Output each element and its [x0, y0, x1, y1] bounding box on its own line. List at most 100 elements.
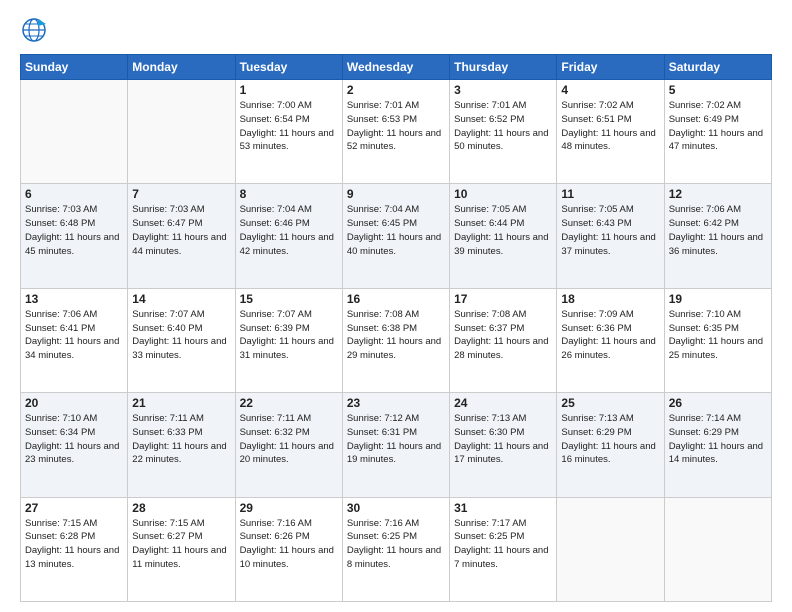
- sunrise-text: Sunrise: 7:16 AM: [347, 517, 445, 531]
- sunset-text: Sunset: 6:44 PM: [454, 217, 552, 231]
- page: SundayMondayTuesdayWednesdayThursdayFrid…: [0, 0, 792, 612]
- sunset-text: Sunset: 6:49 PM: [669, 113, 767, 127]
- calendar-cell: 14Sunrise: 7:07 AMSunset: 6:40 PMDayligh…: [128, 288, 235, 392]
- daylight-text: Daylight: 11 hours and 31 minutes.: [240, 335, 338, 363]
- sunset-text: Sunset: 6:45 PM: [347, 217, 445, 231]
- calendar-cell: [664, 497, 771, 601]
- calendar-cell: 7 Sunrise: 7:03 AMSunset: 6:47 PMDaylight…: [128, 184, 235, 288]
- calendar-cell: 19Sunrise: 7:10 AMSunset: 6:35 PMDayligh…: [664, 288, 771, 392]
- calendar-week-row: 6Sunrise: 7:03 AMSunset: 6:48 PMDaylight…: [21, 184, 772, 288]
- day-info: Sunrise: 7:06 AMSunset: 6:41 PMDaylight:…: [25, 308, 123, 363]
- sunset-text: Sunset: 6:42 PM: [669, 217, 767, 231]
- sunrise-text: Sunrise: 7:00 AM: [240, 99, 338, 113]
- day-info: Sunrise: 7:10 AMSunset: 6:35 PMDaylight:…: [669, 308, 767, 363]
- day-info: Sunrise: 7:16 AMSunset: 6:25 PMDaylight:…: [347, 517, 445, 572]
- daylight-text: Daylight: 11 hours and 19 minutes.: [347, 440, 445, 468]
- day-number: 20: [25, 396, 123, 410]
- sunrise-text: Sunrise: 7:03 AM: [25, 203, 123, 217]
- sunset-text: Sunset: 6:29 PM: [669, 426, 767, 440]
- day-number: 13: [25, 292, 123, 306]
- sunrise-text: Sunrise: 7:04 AM: [240, 203, 338, 217]
- sunrise-text: Sunrise: 7:07 AM: [132, 308, 230, 322]
- calendar-cell: 2Sunrise: 7:01 AMSunset: 6:53 PMDaylight…: [342, 80, 449, 184]
- weekday-header: Tuesday: [235, 55, 342, 80]
- daylight-text: Daylight: 11 hours and 20 minutes.: [240, 440, 338, 468]
- daylight-text: Daylight: 11 hours and 33 minutes.: [132, 335, 230, 363]
- daylight-text: Daylight: 11 hours and 23 minutes.: [25, 440, 123, 468]
- weekday-header: Thursday: [450, 55, 557, 80]
- sunset-text: Sunset: 6:36 PM: [561, 322, 659, 336]
- day-number: 5: [669, 83, 767, 97]
- calendar-cell: 4Sunrise: 7:02 AMSunset: 6:51 PMDaylight…: [557, 80, 664, 184]
- calendar-cell: 5 Sunrise: 7:02 AMSunset: 6:49 PMDaylight…: [664, 80, 771, 184]
- sunset-text: Sunset: 6:25 PM: [347, 530, 445, 544]
- day-info: Sunrise: 7:00 AMSunset: 6:54 PMDaylight:…: [240, 99, 338, 154]
- daylight-text: Daylight: 11 hours and 50 minutes.: [454, 127, 552, 155]
- sunrise-text: Sunrise: 7:13 AM: [454, 412, 552, 426]
- sunrise-text: Sunrise: 7:13 AM: [561, 412, 659, 426]
- calendar-cell: [21, 80, 128, 184]
- sunrise-text: Sunrise: 7:05 AM: [454, 203, 552, 217]
- day-number: 26: [669, 396, 767, 410]
- calendar-cell: 15Sunrise: 7:07 AMSunset: 6:39 PMDayligh…: [235, 288, 342, 392]
- day-info: Sunrise: 7:01 AMSunset: 6:53 PMDaylight:…: [347, 99, 445, 154]
- day-info: Sunrise: 7:13 AMSunset: 6:30 PMDaylight:…: [454, 412, 552, 467]
- sunset-text: Sunset: 6:54 PM: [240, 113, 338, 127]
- day-info: Sunrise: 7:10 AMSunset: 6:34 PMDaylight:…: [25, 412, 123, 467]
- sunset-text: Sunset: 6:41 PM: [25, 322, 123, 336]
- day-info: Sunrise: 7:01 AMSunset: 6:52 PMDaylight:…: [454, 99, 552, 154]
- day-info: Sunrise: 7:02 AMSunset: 6:51 PMDaylight:…: [561, 99, 659, 154]
- day-info: Sunrise: 7:16 AMSunset: 6:26 PMDaylight:…: [240, 517, 338, 572]
- daylight-text: Daylight: 11 hours and 39 minutes.: [454, 231, 552, 259]
- sunset-text: Sunset: 6:51 PM: [561, 113, 659, 127]
- calendar-cell: 8Sunrise: 7:04 AMSunset: 6:46 PMDaylight…: [235, 184, 342, 288]
- day-number: 29: [240, 501, 338, 515]
- calendar-cell: 23Sunrise: 7:12 AMSunset: 6:31 PMDayligh…: [342, 393, 449, 497]
- weekday-row: SundayMondayTuesdayWednesdayThursdayFrid…: [21, 55, 772, 80]
- day-number: 30: [347, 501, 445, 515]
- calendar-cell: 21Sunrise: 7:11 AMSunset: 6:33 PMDayligh…: [128, 393, 235, 497]
- day-info: Sunrise: 7:09 AMSunset: 6:36 PMDaylight:…: [561, 308, 659, 363]
- daylight-text: Daylight: 11 hours and 36 minutes.: [669, 231, 767, 259]
- daylight-text: Daylight: 11 hours and 16 minutes.: [561, 440, 659, 468]
- sunset-text: Sunset: 6:27 PM: [132, 530, 230, 544]
- daylight-text: Daylight: 11 hours and 14 minutes.: [669, 440, 767, 468]
- day-number: 7: [132, 187, 230, 201]
- day-number: 31: [454, 501, 552, 515]
- day-info: Sunrise: 7:03 AMSunset: 6:47 PMDaylight:…: [132, 203, 230, 258]
- calendar-cell: 11Sunrise: 7:05 AMSunset: 6:43 PMDayligh…: [557, 184, 664, 288]
- day-number: 12: [669, 187, 767, 201]
- calendar-cell: 28Sunrise: 7:15 AMSunset: 6:27 PMDayligh…: [128, 497, 235, 601]
- day-number: 22: [240, 396, 338, 410]
- calendar-week-row: 20 Sunrise: 7:10 AMSunset: 6:34 PMDayligh…: [21, 393, 772, 497]
- sunset-text: Sunset: 6:25 PM: [454, 530, 552, 544]
- sunset-text: Sunset: 6:34 PM: [25, 426, 123, 440]
- day-info: Sunrise: 7:08 AMSunset: 6:37 PMDaylight:…: [454, 308, 552, 363]
- day-info: Sunrise: 7:11 AMSunset: 6:33 PMDaylight:…: [132, 412, 230, 467]
- sunrise-text: Sunrise: 7:07 AM: [240, 308, 338, 322]
- sunrise-text: Sunrise: 7:03 AM: [132, 203, 230, 217]
- sunset-text: Sunset: 6:52 PM: [454, 113, 552, 127]
- day-number: 17: [454, 292, 552, 306]
- daylight-text: Daylight: 11 hours and 26 minutes.: [561, 335, 659, 363]
- day-info: Sunrise: 7:02 AMSunset: 6:49 PMDaylight:…: [669, 99, 767, 154]
- logo-icon: [20, 16, 48, 44]
- day-number: 18: [561, 292, 659, 306]
- day-info: Sunrise: 7:04 AMSunset: 6:46 PMDaylight:…: [240, 203, 338, 258]
- day-info: Sunrise: 7:14 AMSunset: 6:29 PMDaylight:…: [669, 412, 767, 467]
- weekday-header: Friday: [557, 55, 664, 80]
- day-info: Sunrise: 7:06 AMSunset: 6:42 PMDaylight:…: [669, 203, 767, 258]
- calendar-cell: 22Sunrise: 7:11 AMSunset: 6:32 PMDayligh…: [235, 393, 342, 497]
- daylight-text: Daylight: 11 hours and 40 minutes.: [347, 231, 445, 259]
- daylight-text: Daylight: 11 hours and 44 minutes.: [132, 231, 230, 259]
- day-info: Sunrise: 7:07 AMSunset: 6:39 PMDaylight:…: [240, 308, 338, 363]
- sunrise-text: Sunrise: 7:15 AM: [132, 517, 230, 531]
- calendar-cell: 1Sunrise: 7:00 AMSunset: 6:54 PMDaylight…: [235, 80, 342, 184]
- sunset-text: Sunset: 6:37 PM: [454, 322, 552, 336]
- sunset-text: Sunset: 6:32 PM: [240, 426, 338, 440]
- daylight-text: Daylight: 11 hours and 52 minutes.: [347, 127, 445, 155]
- sunrise-text: Sunrise: 7:04 AM: [347, 203, 445, 217]
- calendar-header: SundayMondayTuesdayWednesdayThursdayFrid…: [21, 55, 772, 80]
- sunset-text: Sunset: 6:38 PM: [347, 322, 445, 336]
- sunrise-text: Sunrise: 7:01 AM: [347, 99, 445, 113]
